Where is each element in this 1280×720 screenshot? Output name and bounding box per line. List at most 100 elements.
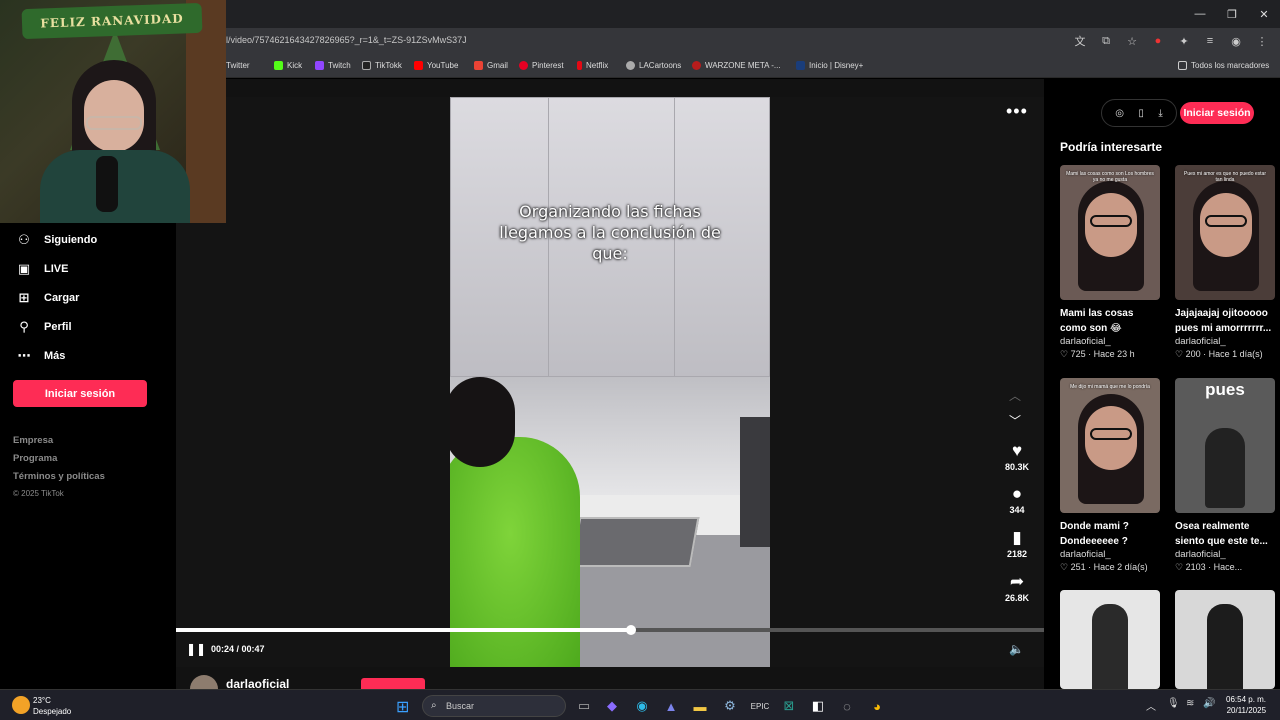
weather-widget[interactable]: 23°C Despejado <box>33 695 71 717</box>
thumb-glasses <box>1090 428 1132 440</box>
compass-icon[interactable]: ◎ <box>1115 108 1124 119</box>
restore-icon[interactable]: ❐ <box>1216 0 1248 28</box>
obs-icon[interactable]: ◌ <box>837 696 857 716</box>
epic-games-icon[interactable]: EPIC <box>750 696 770 716</box>
twitch-icon <box>315 61 324 70</box>
wifi-icon[interactable]: ≋ <box>1186 698 1194 709</box>
card-thumbnail <box>1175 590 1275 689</box>
bookmark-lacartoons[interactable]: LACartoons <box>626 61 681 70</box>
chevron-up-tray-icon[interactable]: ︿ <box>1146 698 1156 713</box>
like-button[interactable]: ♥ 80.3K <box>994 441 1040 472</box>
footer-link-company[interactable]: Empresa <box>13 435 53 446</box>
teams-icon[interactable]: ▲ <box>661 696 681 716</box>
video-card[interactable]: pues Osea realmente siento que este te..… <box>1175 378 1275 573</box>
sidebar-item-more[interactable]: ⋯ Más <box>16 348 66 364</box>
task-view-icon[interactable]: ▭ <box>574 696 594 716</box>
progress-handle[interactable] <box>625 625 636 635</box>
bookmark-disney[interactable]: Inicio | Disney+ <box>796 61 863 70</box>
minimize-icon[interactable]: — <box>1184 0 1216 28</box>
bookmark-youtube[interactable]: YouTube <box>414 61 458 70</box>
url-field[interactable]: l/video/7574621643427826965?_r=1&_t=ZS-9… <box>226 35 467 45</box>
translate-icon[interactable]: 文 <box>1072 33 1088 49</box>
sidebar-item-label: Más <box>44 350 66 362</box>
bookmark-gmail[interactable]: Gmail <box>474 61 508 70</box>
video-card[interactable]: Me dijo mi mamá que me lo pondría Donde … <box>1060 378 1160 573</box>
star-icon[interactable]: ☆ <box>1124 33 1140 49</box>
footer-link-terms[interactable]: Términos y políticas <box>13 471 105 482</box>
time-total: 00:47 <box>241 644 265 654</box>
thumb-caption: Mami las cosas como son Los hombres ya n… <box>1066 171 1154 183</box>
footer-link-program[interactable]: Programa <box>13 453 57 464</box>
author-strip: darlaoficial <box>176 675 1044 703</box>
taskbar-search[interactable]: ⌕ Buscar <box>422 695 566 717</box>
sidebar-item-upload[interactable]: ⊞ Cargar <box>16 290 80 306</box>
person-hair <box>450 377 515 467</box>
comment-count: 344 <box>1009 505 1025 515</box>
login-button-top[interactable]: Iniciar sesión <box>1180 102 1254 124</box>
bookmark-label: WARZONE META -... <box>705 61 781 70</box>
close-icon[interactable]: ✕ <box>1248 0 1280 28</box>
download-icon[interactable]: ⤓ <box>1158 108 1162 119</box>
bookmark-label: TikTokk <box>375 61 402 70</box>
sidebar-item-label: LIVE <box>44 263 69 275</box>
file-explorer-icon[interactable]: ▬ <box>690 696 710 716</box>
progress-bar[interactable] <box>176 625 1044 635</box>
sidebar-item-profile[interactable]: ⚲ Perfil <box>16 319 71 335</box>
phone-icon[interactable]: ▯ <box>1138 108 1144 119</box>
steam-icon[interactable]: ⚙ <box>720 696 740 716</box>
extension-icon[interactable]: ● <box>1150 33 1166 49</box>
sidebar-item-label: Siguiendo <box>44 234 98 246</box>
clock[interactable]: 06:54 p. m. 20/11/2025 <box>1226 694 1266 716</box>
progress-fill <box>176 628 631 632</box>
bookmark-kick[interactable]: Kick <box>274 61 302 70</box>
video-card[interactable] <box>1060 590 1160 689</box>
thumb-glasses <box>1205 215 1247 227</box>
chevron-up-icon[interactable]: ︿ <box>1009 387 1021 404</box>
pause-icon[interactable]: ❚❚ <box>186 642 206 656</box>
speaker-icon[interactable]: 🔊 <box>1203 698 1215 709</box>
copilot-icon[interactable]: ◆ <box>602 696 622 716</box>
disney-icon <box>796 61 805 70</box>
install-icon[interactable]: ⧉ <box>1098 33 1114 49</box>
card-meta: ♡ 200 · Hace 1 día(s) <box>1175 349 1263 359</box>
time-current: 00:24 <box>211 644 235 654</box>
gmail-icon <box>474 61 483 70</box>
puzzle-icon[interactable]: ✦ <box>1176 33 1192 49</box>
comment-button[interactable]: ● 344 <box>994 484 1040 515</box>
chevron-down-icon[interactable]: ﹀ <box>1009 412 1021 429</box>
bookmark-tiktok[interactable]: TikTokk <box>362 61 402 70</box>
search-icon: ⌕ <box>431 700 437 711</box>
save-button[interactable]: ▮ 2182 <box>994 528 1040 559</box>
sidebar-item-following[interactable]: ⚇ Siguiendo <box>16 232 97 248</box>
capcut-icon[interactable]: ◧ <box>808 696 828 716</box>
mic-icon[interactable]: 🎙 <box>1167 698 1180 709</box>
windows-start-icon[interactable]: ⊞ <box>396 697 409 717</box>
login-button[interactable]: Iniciar sesión <box>13 380 147 407</box>
bookmark-twitch[interactable]: Twitch <box>315 61 351 70</box>
video-card[interactable] <box>1175 590 1275 689</box>
bookmark-pinterest[interactable]: Pinterest <box>519 61 564 70</box>
weather-icon[interactable] <box>12 696 30 714</box>
chrome-icon[interactable]: ◕ <box>867 696 887 716</box>
search-placeholder: Buscar <box>446 701 475 711</box>
bookmark-label: Kick <box>287 61 303 70</box>
comment-icon: ● <box>1011 484 1023 503</box>
more-options-icon[interactable]: ••• <box>1006 101 1028 122</box>
video-card[interactable]: Pues mi amor es que no puedo estar tan l… <box>1175 165 1275 360</box>
bookmark-twitter[interactable]: Twitter <box>226 61 250 70</box>
reading-list-icon[interactable]: ≡ <box>1202 33 1218 49</box>
bookmark-netflix[interactable]: Netflix <box>577 61 608 70</box>
xbox-icon[interactable]: ⊠ <box>779 696 799 716</box>
recommendations-panel: ◎ ▯ ⤓ Iniciar sesión Podría interesarte … <box>1044 79 1280 689</box>
sidebar-item-live[interactable]: ▣ LIVE <box>16 261 69 277</box>
thumb-glasses <box>1090 215 1132 227</box>
bookmark-warzone[interactable]: WARZONE META -... <box>692 61 781 70</box>
all-bookmarks[interactable]: Todos los marcadores <box>1178 61 1269 70</box>
profile-avatar-icon[interactable]: ◉ <box>1228 33 1244 49</box>
video-frame[interactable]: Organizando las fichas llegamos a la con… <box>450 97 770 667</box>
share-button[interactable]: ➦ 26.8K <box>994 572 1040 603</box>
video-card[interactable]: Mami las cosas como son Los hombres ya n… <box>1060 165 1160 360</box>
volume-icon[interactable]: 🔈 <box>1009 642 1024 656</box>
edge-icon[interactable]: ◉ <box>632 696 652 716</box>
menu-icon[interactable]: ⋮ <box>1254 33 1270 49</box>
